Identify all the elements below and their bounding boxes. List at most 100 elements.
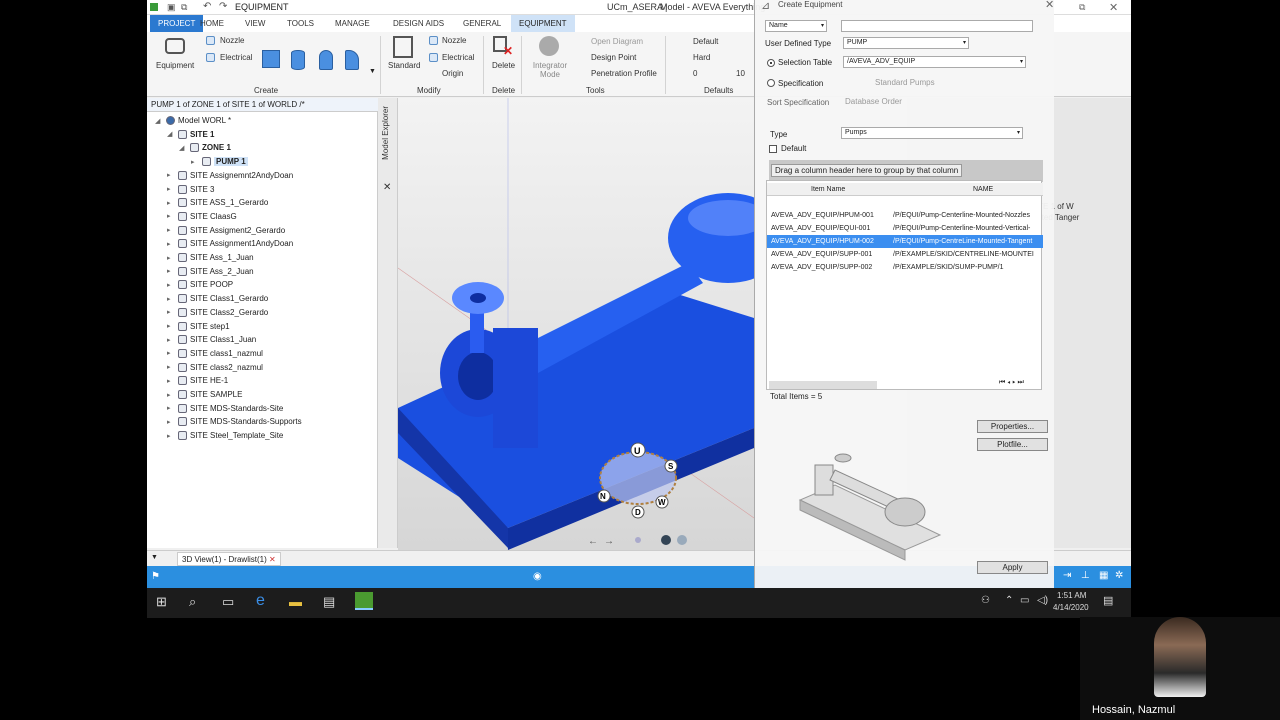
hard-dropdown[interactable]: Hard bbox=[693, 53, 710, 62]
sort-spec-value[interactable]: Database Order bbox=[845, 97, 902, 106]
tree-item-site[interactable]: ▸ SITE Assignment1AndyDoan bbox=[167, 239, 293, 249]
tree-item-site[interactable]: ▸ SITE Assigment2_Gerardo bbox=[167, 225, 285, 235]
edge-icon[interactable]: e bbox=[256, 592, 265, 610]
restore-icon[interactable]: ⧉ bbox=[1079, 2, 1085, 13]
tab-design-aids[interactable]: DESIGN AIDS bbox=[387, 17, 450, 30]
tab-manage[interactable]: MANAGE bbox=[329, 17, 376, 30]
table-row[interactable]: AVEVA_ADV_EQUIP/SUPP-001/P/EXAMPLE/SKID/… bbox=[767, 248, 1043, 261]
notifications-icon[interactable]: ▤ bbox=[1103, 594, 1113, 607]
cone-primitive-icon[interactable] bbox=[319, 50, 333, 70]
equipment-button[interactable]: Equipment bbox=[156, 61, 194, 70]
more-primitives-icon[interactable]: ▼ bbox=[369, 68, 376, 75]
3d-view-tab[interactable]: 3D View(1) - Drawlist(1) ✕ bbox=[177, 552, 281, 566]
penetration-profile-button[interactable]: Penetration Profile bbox=[591, 69, 657, 78]
save-icon[interactable]: ▣ bbox=[167, 2, 176, 13]
expand-toggle-icon[interactable]: ▸ bbox=[167, 377, 175, 385]
tree-item-model[interactable]: ◢ Model WORL * bbox=[155, 116, 231, 125]
tree-item-site[interactable]: ▸ SITE Class2_Gerardo bbox=[167, 307, 268, 317]
expand-toggle-icon[interactable]: ▸ bbox=[167, 404, 175, 412]
table-row[interactable]: AVEVA_ADV_EQUIP/EQUI-001/P/EQUI/Pump-Cen… bbox=[767, 222, 1043, 235]
tab-equipment[interactable]: EQUIPMENT bbox=[511, 15, 575, 32]
default-dropdown[interactable]: Default bbox=[693, 37, 718, 46]
tab-view[interactable]: VIEW bbox=[239, 17, 271, 30]
expand-toggle-icon[interactable]: ▸ bbox=[167, 418, 175, 426]
tab-home[interactable]: HOME bbox=[194, 17, 230, 30]
value-10[interactable]: 10 bbox=[736, 69, 745, 78]
electrical-button[interactable]: Electrical bbox=[220, 53, 252, 62]
name-input[interactable] bbox=[841, 20, 1033, 32]
tree-item-site[interactable]: ▸ SITE POOP bbox=[167, 280, 233, 290]
selection-grid[interactable]: Item Name NAME AVEVA_ADV_EQUIP/HPUM-001/… bbox=[766, 180, 1043, 390]
expand-toggle-icon[interactable]: ▸ bbox=[191, 158, 199, 166]
integrator-icon[interactable] bbox=[539, 36, 559, 56]
design-point-button[interactable]: Design Point bbox=[591, 53, 636, 62]
modify-nozzle-button[interactable]: Nozzle bbox=[442, 36, 466, 45]
tree-item-site[interactable]: ▸ SITE Assignemnt2AndyDoan bbox=[167, 170, 293, 180]
equipment-icon[interactable] bbox=[165, 38, 185, 54]
redo-icon[interactable]: ↷ bbox=[219, 1, 227, 12]
search-icon[interactable]: ⌕ bbox=[189, 594, 196, 610]
expand-toggle-icon[interactable]: ▸ bbox=[167, 185, 175, 193]
tree-item-site[interactable]: ▸ SITE ASS_1_Gerardo bbox=[167, 198, 268, 208]
standard-icon[interactable] bbox=[393, 36, 413, 58]
tree-item-site[interactable]: ▸ SITE step1 bbox=[167, 321, 230, 331]
table-row[interactable]: AVEVA_ADV_EQUIP/HPUM-002/P/EQUI/Pump-Cen… bbox=[767, 235, 1043, 248]
tree-item-site[interactable]: ▸ SITE MDS-Standards-Site bbox=[167, 403, 283, 413]
tab-tools[interactable]: TOOLS bbox=[281, 17, 320, 30]
task-view-icon[interactable]: ▭ bbox=[222, 594, 234, 610]
name-dropdown[interactable]: Name ▾ bbox=[765, 20, 827, 32]
nav-arrow-icon[interactable]: ⇥ bbox=[1063, 570, 1071, 581]
default-checkbox[interactable] bbox=[769, 145, 777, 153]
network-icon[interactable]: ▭ bbox=[1020, 595, 1029, 606]
grid-icon[interactable]: ▦ bbox=[1099, 570, 1108, 581]
tree-item-site-1[interactable]: ◢ SITE 1 bbox=[167, 129, 214, 139]
selection-table-dropdown[interactable]: /AVEVA_ADV_EQUIP ▾ bbox=[843, 56, 1026, 68]
expand-toggle-icon[interactable]: ▸ bbox=[167, 391, 175, 399]
specification-radio[interactable] bbox=[767, 79, 775, 87]
expand-toggle-icon[interactable]: ▸ bbox=[167, 308, 175, 316]
snout-primitive-icon[interactable] bbox=[345, 50, 359, 70]
axis-icon[interactable]: ⊥ bbox=[1081, 570, 1090, 581]
tree-item-site[interactable]: ▸ SITE Steel_Template_Site bbox=[167, 431, 283, 441]
integrator-mode-button[interactable]: Integrator Mode bbox=[532, 61, 568, 79]
spec-value[interactable]: Standard Pumps bbox=[875, 78, 935, 87]
expand-toggle-icon[interactable]: ◢ bbox=[179, 144, 187, 152]
tree-item-site[interactable]: ▸ SITE Class1_Gerardo bbox=[167, 294, 268, 304]
expand-toggle-icon[interactable]: ▸ bbox=[167, 240, 175, 248]
expand-toggle-icon[interactable]: ▸ bbox=[167, 226, 175, 234]
tree-item-site[interactable]: ▸ SITE HE-1 bbox=[167, 376, 228, 386]
pager-icon[interactable]: ⏮ ◂ ▸ ⏭ bbox=[999, 379, 1024, 387]
3d-viewport[interactable]: U S N W D ← → bbox=[398, 98, 754, 550]
aveva-taskbar-icon[interactable] bbox=[355, 592, 373, 610]
expand-toggle-icon[interactable]: ▸ bbox=[167, 171, 175, 179]
expand-toggle-icon[interactable]: ▸ bbox=[167, 349, 175, 357]
apply-button[interactable]: Apply bbox=[977, 561, 1048, 574]
expand-toggle-icon[interactable]: ▸ bbox=[167, 212, 175, 220]
properties-button[interactable]: Properties... bbox=[977, 420, 1048, 433]
expand-toggle-icon[interactable]: ▸ bbox=[167, 199, 175, 207]
tray-chevron-icon[interactable]: ⌃ bbox=[1005, 595, 1013, 606]
origin-button[interactable]: Origin bbox=[442, 69, 463, 78]
expand-toggle-icon[interactable]: ▸ bbox=[167, 254, 175, 262]
chat-icon[interactable]: ◉ bbox=[533, 571, 542, 582]
close-panel-icon[interactable]: ✕ bbox=[383, 182, 391, 193]
grid-scrollbar[interactable] bbox=[769, 381, 877, 389]
tree-item-site[interactable]: ▸ SITE SAMPLE bbox=[167, 390, 242, 399]
tree-item-pump-1[interactable]: ▸ PUMP 1 bbox=[191, 157, 248, 167]
expand-toggle-icon[interactable]: ▸ bbox=[167, 336, 175, 344]
type-dropdown[interactable]: Pumps ▾ bbox=[841, 127, 1023, 139]
col-name[interactable]: NAME bbox=[973, 183, 993, 196]
tree-item-zone-1[interactable]: ◢ ZONE 1 bbox=[179, 143, 231, 153]
close-tab-icon[interactable]: ✕ bbox=[269, 555, 276, 564]
cylinder-primitive-icon[interactable] bbox=[291, 50, 305, 70]
expand-toggle-icon[interactable]: ▸ bbox=[167, 295, 175, 303]
flag-icon[interactable]: ⚑ bbox=[151, 571, 160, 582]
settings-icon[interactable]: ✲ bbox=[1115, 570, 1123, 581]
tab-general[interactable]: GENERAL bbox=[457, 17, 507, 30]
standard-button[interactable]: Standard bbox=[388, 61, 420, 70]
expand-toggle-icon[interactable]: ▸ bbox=[167, 267, 175, 275]
open-diagram-button[interactable]: Open Diagram bbox=[591, 37, 643, 46]
tree-item-site[interactable]: ▸ SITE Ass_1_Juan bbox=[167, 253, 254, 262]
tab-menu-icon[interactable]: ▼ bbox=[151, 554, 158, 561]
dialog-close-icon[interactable]: ✕ bbox=[1045, 0, 1054, 11]
